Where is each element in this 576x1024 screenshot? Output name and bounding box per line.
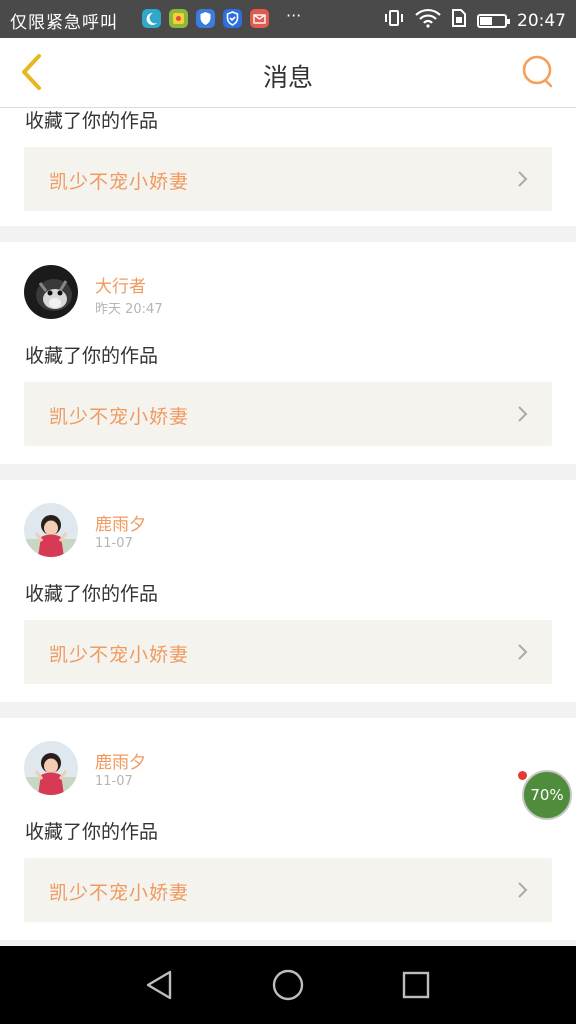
message-action: 收藏了你的作品 [25, 583, 159, 605]
battery-fill [480, 16, 492, 25]
work-title: 凯少不宠小娇妻 [49, 406, 190, 428]
user-name[interactable]: 大行者 [95, 272, 146, 297]
message-list[interactable]: 收藏了你的作品 凯少不宠小娇妻 大行者 昨天 20:47 收藏了你的作品 凯少不… [0, 108, 576, 946]
avatar[interactable] [24, 741, 78, 795]
user-name[interactable]: 鹿雨夕 [95, 748, 146, 773]
moon-app-icon [142, 9, 161, 28]
clock: 20:47 [517, 10, 566, 31]
message-action: 收藏了你的作品 [25, 345, 159, 367]
wifi-icon [415, 8, 441, 33]
vibrate-icon [383, 8, 405, 33]
work-card[interactable]: 凯少不宠小娇妻 [24, 858, 552, 922]
list-item: 收藏了你的作品 凯少不宠小娇妻 [0, 108, 576, 226]
message-action: 收藏了你的作品 [25, 821, 159, 843]
map-app-icon [169, 9, 188, 28]
battery-icon [477, 13, 510, 28]
mail-app-icon [250, 9, 269, 28]
work-card[interactable]: 凯少不宠小娇妻 [24, 382, 552, 446]
message-action: 收藏了你的作品 [25, 110, 159, 132]
avatar[interactable] [24, 265, 78, 319]
home-circle-icon[interactable] [271, 968, 305, 1002]
work-card[interactable]: 凯少不宠小娇妻 [24, 147, 552, 211]
system-nav-bar [0, 946, 576, 1024]
work-title: 凯少不宠小娇妻 [49, 644, 190, 666]
chevron-right-icon [518, 171, 528, 187]
chevron-right-icon [518, 406, 528, 422]
page-title: 消息 [262, 63, 313, 92]
sim-icon [451, 8, 467, 33]
header-bar: 消息 [0, 38, 576, 108]
work-card[interactable]: 凯少不宠小娇妻 [24, 620, 552, 684]
carrier-text: 仅限紧急呼叫 [10, 13, 118, 33]
status-bar: 仅限紧急呼叫 ··· 20:47 [0, 0, 576, 38]
list-item: 鹿雨夕 11-07 收藏了你的作品 凯少不宠小娇妻 [0, 718, 576, 940]
message-time: 昨天 20:47 [95, 302, 163, 317]
notification-dot [518, 771, 527, 780]
message-time: 11-07 [95, 536, 133, 551]
avatar[interactable] [24, 503, 78, 557]
status-right: 20:47 [383, 8, 566, 33]
chevron-right-icon [518, 882, 528, 898]
more-notifications-icon: ··· [286, 6, 302, 25]
back-triangle-icon[interactable] [142, 968, 176, 1002]
memory-widget[interactable]: 70% [522, 770, 572, 820]
list-item: 鹿雨夕 11-07 收藏了你的作品 凯少不宠小娇妻 [0, 480, 576, 702]
work-title: 凯少不宠小娇妻 [49, 171, 190, 193]
work-title: 凯少不宠小娇妻 [49, 882, 190, 904]
security-app-icon [223, 9, 242, 28]
recents-square-icon[interactable] [399, 968, 433, 1002]
notification-icons [142, 9, 269, 28]
shield-app-icon [196, 9, 215, 28]
chevron-right-icon [518, 644, 528, 660]
search-icon[interactable] [520, 54, 556, 90]
list-item: 大行者 昨天 20:47 收藏了你的作品 凯少不宠小娇妻 [0, 242, 576, 464]
user-name[interactable]: 鹿雨夕 [95, 510, 146, 535]
message-time: 11-07 [95, 774, 133, 789]
